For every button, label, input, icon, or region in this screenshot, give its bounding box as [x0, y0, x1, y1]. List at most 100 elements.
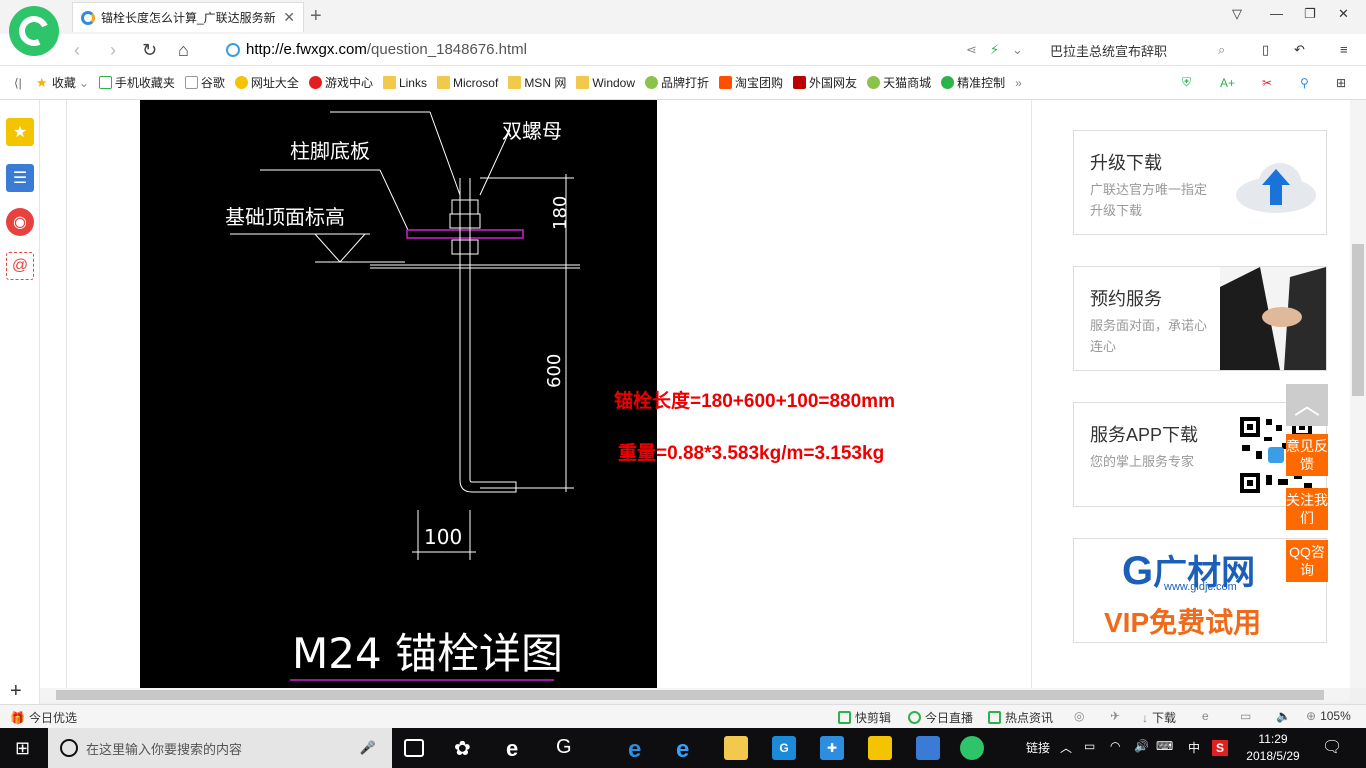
- undo-icon[interactable]: ↶: [1294, 42, 1305, 58]
- follow-us-button[interactable]: 关注我们: [1286, 488, 1328, 530]
- feedback-button[interactable]: 意见反馈: [1286, 434, 1328, 476]
- add-sidebar-button[interactable]: +: [10, 680, 22, 703]
- zoom-control[interactable]: ⊕ 105%: [1306, 709, 1351, 723]
- forward-button[interactable]: ›: [110, 40, 116, 61]
- maximize-button[interactable]: ❐: [1304, 6, 1316, 22]
- bookmark-item[interactable]: ★ 收藏 ⌄: [36, 74, 89, 91]
- bookmark-label: 品牌打折: [661, 76, 710, 90]
- scissors-icon[interactable]: ✂: [1262, 76, 1272, 90]
- window-icon[interactable]: ▭: [1240, 709, 1251, 723]
- bookmark-item[interactable]: 谷歌: [184, 74, 225, 91]
- upgrade-download-card[interactable]: 升级下载 广联达官方唯一指定升级下载: [1073, 130, 1327, 235]
- magnifier-icon[interactable]: ⚲: [1300, 76, 1309, 90]
- ie-mode-icon[interactable]: e: [1202, 709, 1209, 723]
- minimize-button[interactable]: —: [1270, 6, 1283, 21]
- bookmark-item[interactable]: Microsof: [436, 76, 498, 90]
- pin-icon[interactable]: ✈: [1110, 709, 1120, 723]
- url-field[interactable]: http://e.fwxgx.com/question_1848676.html: [226, 41, 527, 58]
- live-button[interactable]: 今日直播: [908, 709, 973, 726]
- status-label: 热点资讯: [1005, 711, 1054, 725]
- horizontal-scroll-thumb[interactable]: [56, 690, 1324, 700]
- edge-icon[interactable]: e: [506, 736, 530, 761]
- ad-slogan: VIP免费试用: [1104, 607, 1262, 638]
- edge-blue-icon[interactable]: e: [628, 736, 652, 763]
- qq-consult-button[interactable]: QQ咨询: [1286, 540, 1328, 582]
- keyboard-icon[interactable]: ⌨: [1156, 739, 1173, 753]
- file-explorer-icon[interactable]: [724, 736, 748, 760]
- bookmark-item[interactable]: 精准控制: [941, 74, 1005, 91]
- vertical-scroll-thumb[interactable]: [1352, 244, 1364, 396]
- close-window-button[interactable]: ✕: [1338, 6, 1349, 22]
- home-button[interactable]: ⌂: [178, 40, 189, 61]
- bookmark-item[interactable]: 手机收藏夹: [98, 74, 175, 91]
- bookmark-item[interactable]: Window: [576, 76, 635, 90]
- taskbar-search[interactable]: 在这里输入你要搜索的内容 🎤: [48, 728, 392, 768]
- search-box[interactable]: 巴拉圭总统宣布辞职: [1040, 38, 1240, 62]
- bookmark-item[interactable]: Links: [382, 76, 427, 90]
- horizontal-scrollbar[interactable]: [40, 688, 1350, 702]
- reading-list-icon[interactable]: ☰: [6, 164, 34, 192]
- translate-icon[interactable]: A+: [1220, 76, 1235, 90]
- chevron-down-icon[interactable]: ⌄: [1012, 42, 1023, 58]
- lightning-icon[interactable]: ⚡: [990, 42, 999, 58]
- favorites-star-icon[interactable]: ★: [6, 118, 34, 146]
- ime-indicator[interactable]: 中: [1188, 739, 1200, 756]
- system-clock[interactable]: 11:29 2018/5/29: [1240, 731, 1306, 765]
- apps-icon[interactable]: ⊞: [1336, 76, 1346, 90]
- bookmark-item[interactable]: MSN 网: [508, 74, 566, 91]
- ie-icon[interactable]: e: [676, 736, 700, 763]
- skin-icon[interactable]: ▽: [1232, 6, 1242, 22]
- browser-active-icon[interactable]: [960, 736, 984, 760]
- card-subtitle: 您的掌上服务专家: [1090, 454, 1195, 469]
- speed-icon[interactable]: ◎: [1074, 709, 1084, 723]
- bookmark-item[interactable]: 淘宝团购: [719, 74, 783, 91]
- tray-expand-icon[interactable]: ︿: [1060, 739, 1072, 756]
- bookmark-item[interactable]: 品牌打折: [645, 74, 709, 91]
- daily-picks-button[interactable]: 🎁 今日优选: [10, 709, 77, 726]
- search-icon[interactable]: ⌕: [1218, 42, 1225, 58]
- back-to-top-button[interactable]: ︿: [1286, 384, 1328, 426]
- drawing-caption: M24 锚栓详图: [292, 629, 563, 678]
- share-icon[interactable]: ⋖: [966, 42, 977, 58]
- active-tab[interactable]: 锚栓长度怎么计算_广联达服务新 ✕: [72, 2, 304, 32]
- bookmark-item[interactable]: 天猫商城: [867, 74, 931, 91]
- bookmark-item[interactable]: 游戏中心: [308, 74, 373, 91]
- windows-start-icon[interactable]: ⊞: [15, 738, 30, 759]
- email-icon[interactable]: @: [6, 252, 34, 280]
- volume-tray-icon[interactable]: 🔊: [1134, 739, 1149, 753]
- new-tab-button[interactable]: +: [310, 5, 322, 28]
- vertical-scrollbar[interactable]: [1350, 100, 1366, 688]
- quick-edit-button[interactable]: 快剪辑: [838, 709, 891, 726]
- news-button[interactable]: 热点资讯: [988, 709, 1053, 726]
- notepad-icon[interactable]: [868, 736, 892, 760]
- glodon-icon[interactable]: G: [772, 736, 796, 760]
- weibo-icon[interactable]: ◉: [6, 208, 34, 236]
- foundation-level-label: 基础顶面标高: [225, 205, 345, 229]
- volume-icon[interactable]: 🔈: [1276, 709, 1291, 723]
- notification-icon[interactable]: 🗨: [1322, 737, 1342, 757]
- sogou-ime-icon[interactable]: S: [1212, 740, 1228, 756]
- shield-icon[interactable]: ⛨: [1182, 75, 1191, 90]
- mobile-icon[interactable]: ▯: [1262, 42, 1269, 58]
- microphone-icon[interactable]: 🎤: [360, 740, 376, 756]
- links-toolbar[interactable]: 链接: [1026, 739, 1050, 756]
- sidebar-toggle-icon[interactable]: ⟨|: [14, 76, 22, 90]
- site-info-icon[interactable]: [226, 42, 240, 57]
- battery-icon[interactable]: ▭: [1084, 739, 1095, 753]
- close-tab-icon[interactable]: ✕: [283, 9, 295, 26]
- back-button[interactable]: ‹: [74, 40, 80, 61]
- appointment-service-card[interactable]: 预约服务 服务面对面，承诺心连心: [1073, 266, 1327, 371]
- calendar-app-icon[interactable]: [916, 736, 940, 760]
- reload-button[interactable]: ↻: [142, 40, 157, 61]
- more-bookmarks-icon[interactable]: »: [1015, 76, 1022, 90]
- menu-icon[interactable]: ≡: [1340, 42, 1348, 57]
- app-plus-icon[interactable]: ✚: [820, 736, 844, 760]
- wifi-icon[interactable]: ◠: [1110, 739, 1120, 753]
- download-button[interactable]: ↓ 下载: [1142, 709, 1176, 726]
- browser-g-icon[interactable]: G: [556, 736, 580, 760]
- bookmark-item[interactable]: 网址大全: [234, 74, 299, 91]
- browser-logo-icon[interactable]: [9, 6, 59, 56]
- task-view-icon[interactable]: [404, 739, 424, 757]
- bookmark-item[interactable]: 外国网友: [793, 74, 857, 91]
- app-fan-icon[interactable]: ✿: [454, 736, 478, 760]
